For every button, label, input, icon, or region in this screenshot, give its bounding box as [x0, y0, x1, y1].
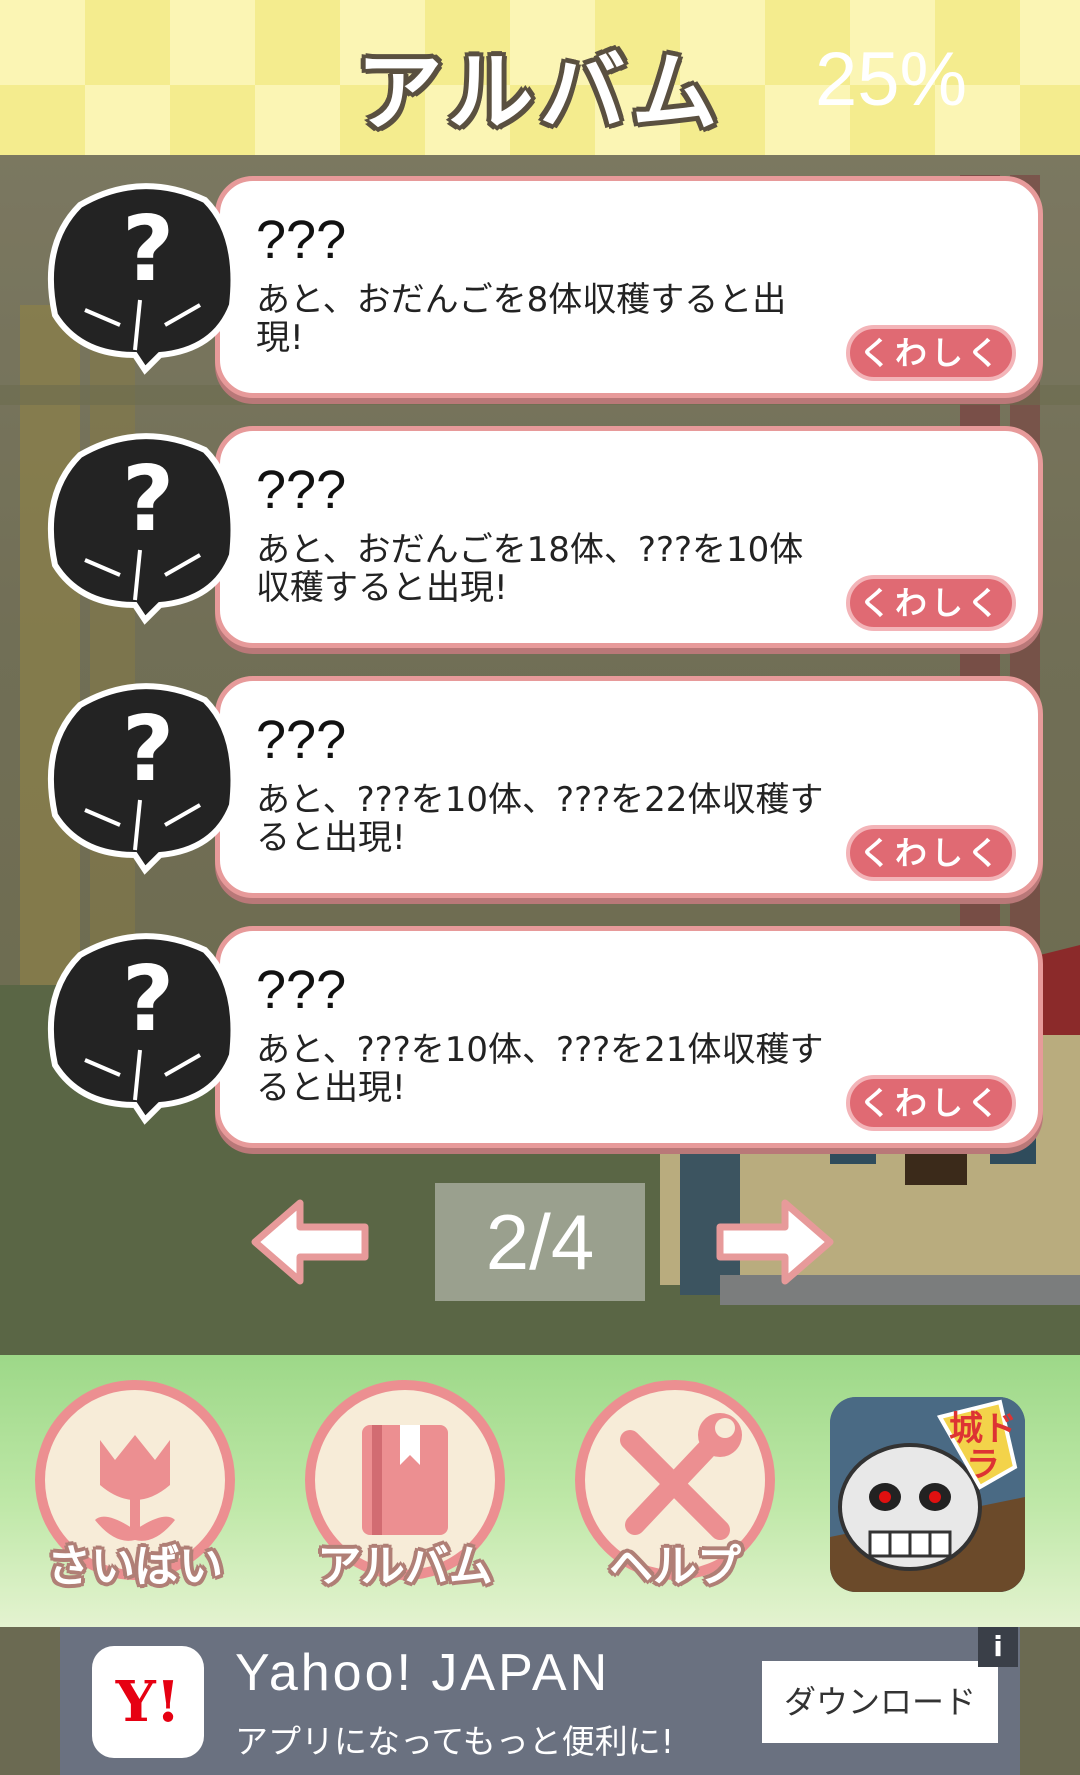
silhouette-question-icon: ?: [47, 183, 237, 375]
detail-button[interactable]: くわしく: [846, 325, 1016, 381]
nav-cultivate-button[interactable]: さいばい: [20, 1380, 250, 1610]
silhouette-question-icon: ?: [47, 433, 237, 625]
arrow-right-icon[interactable]: [710, 1195, 840, 1290]
arrow-left-icon[interactable]: [245, 1195, 375, 1290]
detail-button[interactable]: くわしく: [846, 825, 1016, 881]
ad-title: Yahoo! JAPAN: [235, 1644, 611, 1702]
nav-album-button[interactable]: アルバム: [290, 1380, 520, 1610]
svg-text:?: ?: [122, 447, 174, 552]
item-condition: あと、おだんごを18体、???を10体収穫すると出現!: [256, 530, 804, 608]
item-condition: あと、???を10体、???を22体収穫すると出現!: [256, 780, 824, 858]
item-name: ???: [256, 460, 347, 520]
svg-text:?: ?: [122, 947, 174, 1052]
promo-text: 城ドラ: [949, 1409, 1017, 1485]
svg-text:?: ?: [122, 697, 174, 802]
page-indicator: 2/4: [435, 1183, 645, 1301]
svg-text:?: ?: [122, 197, 174, 302]
album-card: ??? あと、おだんごを8体収穫すると出現! くわしく: [215, 176, 1043, 398]
shirodora-app-icon[interactable]: 城ドラ: [830, 1397, 1025, 1592]
detail-button[interactable]: くわしく: [846, 1075, 1016, 1131]
info-icon[interactable]: i: [978, 1627, 1018, 1667]
completion-percent: 25%: [815, 37, 968, 122]
item-condition: あと、???を10体、???を21体収穫すると出現!: [256, 1030, 824, 1108]
album-card: ??? あと、おだんごを18体、???を10体収穫すると出現! くわしく: [215, 426, 1043, 648]
nav-help-label: ヘルプ: [609, 1541, 741, 1592]
album-card: ??? あと、???を10体、???を21体収穫すると出現! くわしく: [215, 926, 1043, 1148]
nav-help-button[interactable]: ヘルプ: [560, 1380, 790, 1610]
item-name: ???: [256, 960, 347, 1020]
ad-banner[interactable]: Y! Yahoo! JAPAN アプリになってもっと便利に! ダウンロード i: [60, 1627, 1020, 1775]
nav-album-label: アルバム: [317, 1541, 493, 1592]
ad-subtitle: アプリになってもっと便利に!: [235, 1722, 674, 1761]
item-name: ???: [256, 710, 347, 770]
download-button[interactable]: ダウンロード: [762, 1661, 998, 1743]
album-card: ??? あと、???を10体、???を22体収穫すると出現! くわしく: [215, 676, 1043, 898]
item-name: ???: [256, 210, 347, 270]
nav-cultivate-label: さいばい: [47, 1541, 223, 1592]
header: アルバム 25%: [0, 0, 1080, 155]
silhouette-question-icon: ?: [47, 683, 237, 875]
yahoo-logo: Y!: [92, 1646, 204, 1758]
silhouette-question-icon: ?: [47, 933, 237, 1125]
item-condition: あと、おだんごを8体収穫すると出現!: [256, 280, 787, 358]
detail-button[interactable]: くわしく: [846, 575, 1016, 631]
page-title: アルバム: [356, 43, 724, 143]
